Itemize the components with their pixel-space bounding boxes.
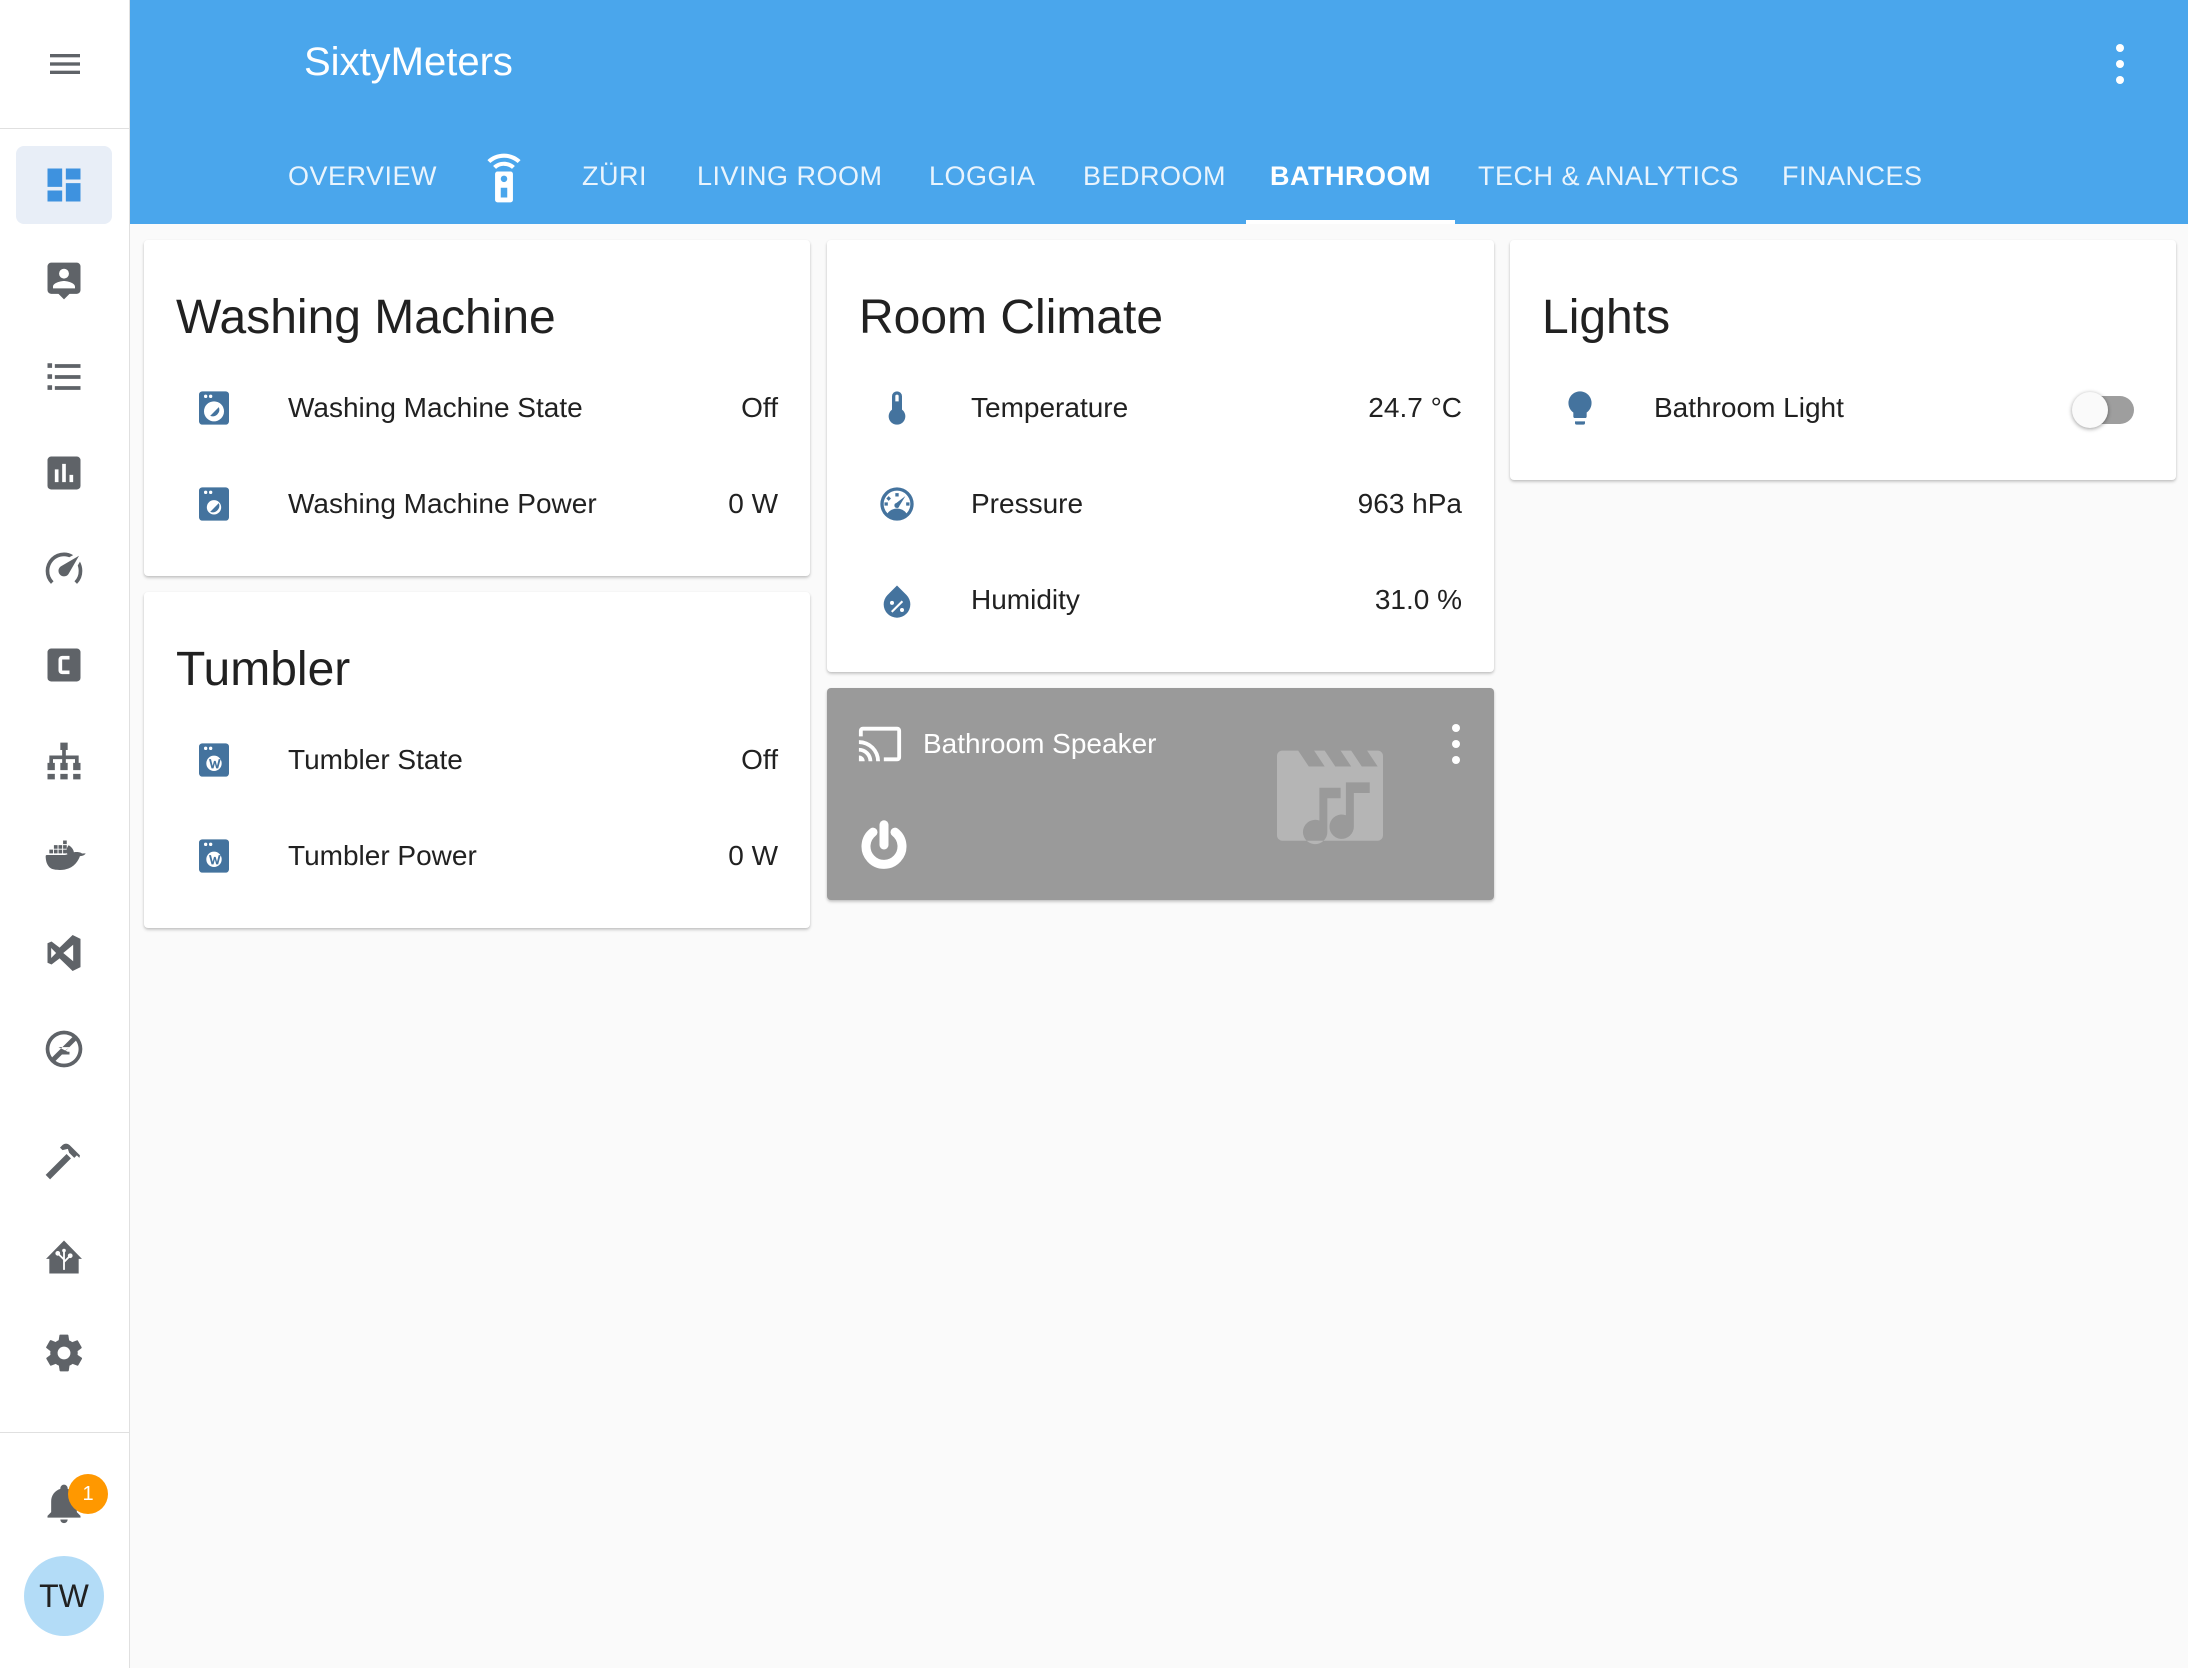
- entity-label: Washing Machine State: [288, 392, 583, 423]
- tab-bedroom[interactable]: BEDROOM: [1083, 140, 1226, 224]
- entity-value: Off: [741, 392, 778, 423]
- tab-living-room[interactable]: LIVING ROOM: [697, 140, 883, 224]
- entity-value: 31.0 %: [1374, 584, 1462, 615]
- sidebar-item-vscode[interactable]: [16, 914, 112, 992]
- tumble-dryer-icon: [194, 836, 234, 876]
- light-toggle[interactable]: [2072, 392, 2134, 428]
- remote-wifi-icon: [487, 153, 521, 203]
- tab-finances[interactable]: FINANCES: [1782, 140, 1923, 224]
- dashboard-icon: [47, 168, 81, 202]
- app-title: SixtyMeters: [304, 40, 513, 84]
- entity-value: Off: [741, 744, 778, 775]
- vscode-icon: [47, 935, 81, 971]
- entity-label: Temperature: [971, 392, 1129, 423]
- history-chart-icon: [47, 456, 81, 490]
- tab-zuri[interactable]: ZÜRI: [582, 140, 647, 224]
- user-avatar[interactable]: TW: [24, 1556, 104, 1636]
- sidebar-item-home-assistant[interactable]: [16, 1218, 112, 1296]
- sidebar-item-zwave[interactable]: [16, 1010, 112, 1088]
- sidebar: 1 TW: [0, 0, 130, 1668]
- entity-label: Bathroom Light: [1654, 392, 1844, 423]
- app-header: SixtyMeters OVERVIEW ZÜRI LIVING ROOM LO…: [130, 0, 2188, 224]
- sidebar-item-history[interactable]: [16, 434, 112, 512]
- card-title: Lights: [1542, 291, 1671, 344]
- speedometer-icon: [45, 552, 83, 584]
- entity-value: 24.7 °C: [1368, 392, 1462, 423]
- entity-row[interactable]: Tumbler State Off: [144, 730, 810, 790]
- entity-row[interactable]: Pressure 963 hPa: [827, 474, 1494, 534]
- more-vertical-icon[interactable]: [2110, 44, 2130, 84]
- card-title: Washing Machine: [176, 291, 556, 344]
- sidebar-item-map[interactable]: [16, 242, 112, 320]
- view-tabs: OVERVIEW ZÜRI LIVING ROOM LOGGIA BEDROOM…: [130, 140, 2188, 224]
- tab-bathroom[interactable]: BATHROOM: [1246, 140, 1455, 224]
- more-vertical-icon[interactable]: [1448, 724, 1464, 764]
- entity-row[interactable]: Temperature 24.7 °C: [827, 378, 1494, 438]
- sidebar-item-docker[interactable]: [16, 818, 112, 896]
- media-player-name: Bathroom Speaker: [923, 728, 1157, 759]
- network-hierarchy-icon: [47, 742, 81, 780]
- lights-card: Lights Bathroom Light: [1510, 240, 2176, 480]
- entity-label: Washing Machine Power: [288, 488, 597, 519]
- logbook-list-icon: [47, 363, 81, 390]
- tab-loggia[interactable]: LOGGIA: [929, 140, 1036, 224]
- entity-row[interactable]: Washing Machine Power 0 W: [144, 474, 810, 534]
- lightbulb-icon: [1560, 388, 1600, 428]
- washing-machine-card: Washing Machine Washing Machine State Of…: [144, 240, 810, 576]
- bathroom-speaker-media-card[interactable]: Bathroom Speaker: [827, 688, 1494, 900]
- settings-gear-icon: [46, 1334, 83, 1372]
- card-title: Tumbler: [176, 643, 351, 696]
- notification-count-badge: 1: [68, 1474, 108, 1514]
- entity-row[interactable]: Tumbler Power 0 W: [144, 826, 810, 886]
- card-title: Room Climate: [859, 291, 1164, 344]
- sidebar-item-settings[interactable]: [16, 1314, 112, 1392]
- sidebar-item-energy[interactable]: [16, 530, 112, 608]
- tab-overview[interactable]: OVERVIEW: [288, 140, 437, 224]
- movie-music-icon: [1265, 740, 1395, 846]
- tab-remote[interactable]: [482, 140, 526, 224]
- account-box-icon: [47, 262, 81, 300]
- gauge-icon: [877, 484, 917, 524]
- room-climate-card: Room Climate Temperature 24.7 °C Pressur…: [827, 240, 1494, 672]
- washing-machine-icon: [194, 388, 234, 428]
- entity-row[interactable]: Washing Machine State Off: [144, 378, 810, 438]
- home-assistant-icon: [46, 1240, 82, 1274]
- entity-row[interactable]: Bathroom Light: [1510, 378, 2176, 438]
- entity-value: 0 W: [728, 840, 778, 871]
- sidebar-divider: [0, 1432, 130, 1433]
- entity-label: Pressure: [971, 488, 1084, 519]
- water-percent-icon: [877, 580, 917, 620]
- entity-label: Tumbler State: [288, 744, 463, 775]
- cast-icon: [857, 724, 903, 764]
- tab-tech-analytics[interactable]: TECH & ANALYTICS: [1478, 140, 1739, 224]
- sidebar-item-network[interactable]: [16, 722, 112, 800]
- c-box-icon: [47, 648, 81, 682]
- toggle-thumb: [2072, 392, 2108, 428]
- entity-value: 0 W: [728, 488, 778, 519]
- tumble-dryer-icon: [194, 740, 234, 780]
- sidebar-item-overview[interactable]: [16, 146, 112, 224]
- washing-machine-icon: [194, 484, 234, 524]
- entity-value: 963 hPa: [1357, 488, 1462, 519]
- sidebar-header: [0, 0, 129, 129]
- zwave-icon: [45, 1030, 83, 1068]
- thermometer-icon: [877, 388, 917, 428]
- hammer-icon: [45, 1143, 80, 1180]
- entity-label: Humidity: [971, 584, 1080, 615]
- power-icon[interactable]: [857, 818, 911, 872]
- sidebar-item-developer-tools[interactable]: [16, 1122, 112, 1200]
- sidebar-item-logbook[interactable]: [16, 338, 112, 416]
- sidebar-item-c[interactable]: [16, 626, 112, 704]
- entity-label: Tumbler Power: [288, 840, 477, 871]
- entity-row[interactable]: Humidity 31.0 %: [827, 570, 1494, 630]
- hamburger-menu-icon[interactable]: [45, 44, 85, 84]
- docker-whale-icon: [45, 840, 86, 871]
- tumbler-card: Tumbler Tumbler State Off Tumbler Power …: [144, 592, 810, 928]
